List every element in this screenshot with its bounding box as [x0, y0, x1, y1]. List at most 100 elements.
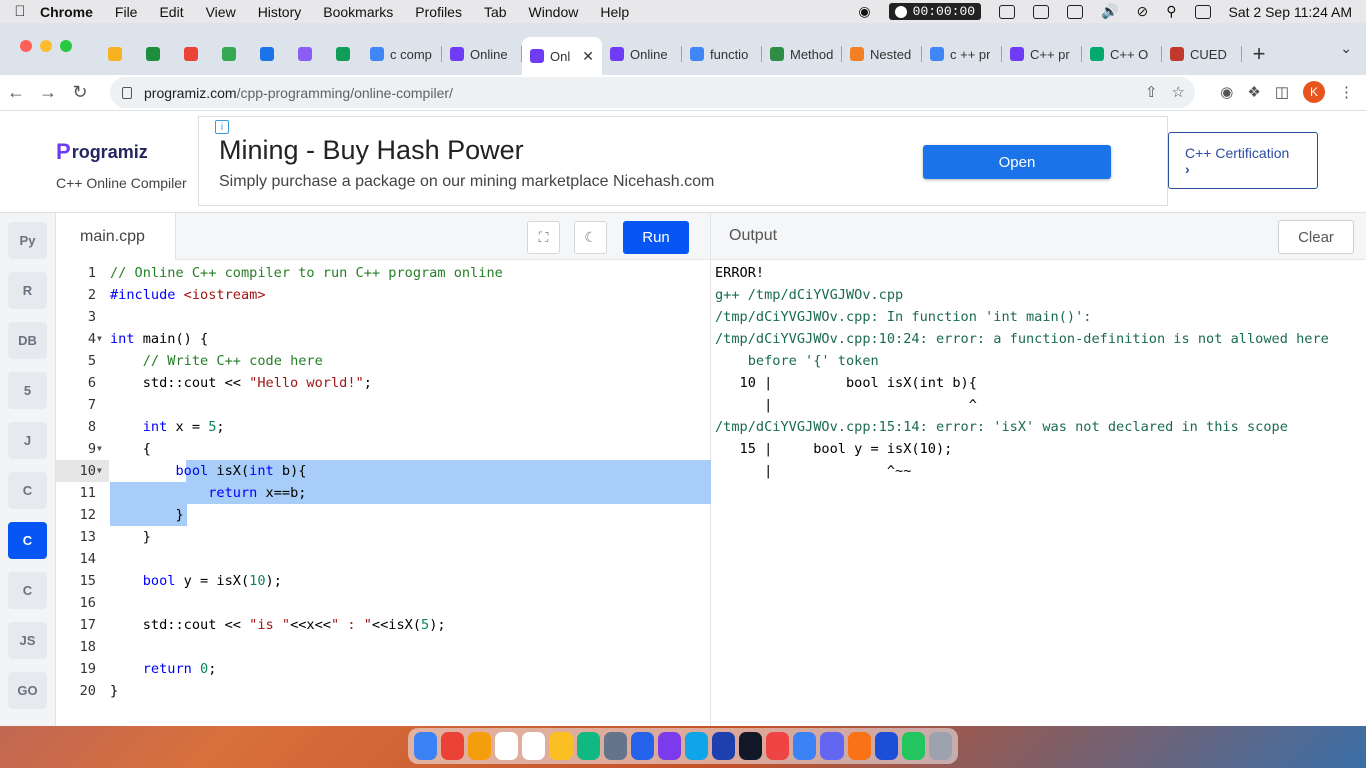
code-line[interactable]: 1 // Online C++ compiler to run C++ progr…: [56, 262, 711, 284]
java-icon[interactable]: J: [8, 422, 47, 459]
clear-button[interactable]: Clear: [1278, 220, 1354, 254]
menu-app-name[interactable]: Chrome: [40, 4, 93, 20]
extensions-puzzle-icon[interactable]: ❖: [1247, 83, 1260, 101]
html-icon[interactable]: 5: [8, 372, 47, 409]
tab-close-icon[interactable]: ✕: [582, 48, 594, 65]
reload-button[interactable]: ↻: [64, 82, 96, 103]
code-line[interactable]: 3: [56, 306, 711, 328]
back-button[interactable]: ←: [0, 82, 32, 103]
js-icon[interactable]: JS: [8, 622, 47, 659]
code-line[interactable]: 10 ▼ bool isX(int b){: [56, 460, 711, 482]
spotlight-search-icon[interactable]: ⚲: [1166, 3, 1176, 20]
browser-tab[interactable]: c ++ pr: [922, 37, 1002, 71]
cpp-icon[interactable]: C: [8, 522, 47, 559]
code-line[interactable]: 13 }: [56, 526, 711, 548]
screen-timer[interactable]: 00:00:00: [888, 3, 982, 20]
ad-info-icon[interactable]: i: [215, 120, 229, 134]
dock-app-icon[interactable]: [928, 732, 952, 760]
code-line[interactable]: 16: [56, 592, 711, 614]
dock-app-icon[interactable]: [793, 732, 817, 760]
code-line[interactable]: 15 bool y = isX(10);: [56, 570, 711, 592]
code-editor[interactable]: 1 // Online C++ compiler to run C++ progr…: [56, 262, 711, 726]
code-line[interactable]: 7: [56, 394, 711, 416]
dock-app-icon[interactable]: [630, 732, 654, 760]
browser-tab[interactable]: Online: [442, 37, 522, 71]
code-line[interactable]: 17 std::cout << "is "<<x<<" : "<<isX(5);: [56, 614, 711, 636]
fullscreen-icon[interactable]: ⛶: [527, 221, 560, 254]
python-icon[interactable]: Py: [8, 222, 47, 259]
site-brand[interactable]: Programiz C++ Online Compiler: [56, 139, 187, 191]
r-icon[interactable]: R: [8, 272, 47, 309]
go-icon[interactable]: GO: [8, 672, 47, 709]
c-icon[interactable]: C: [8, 472, 47, 509]
browser-tab[interactable]: [134, 37, 172, 71]
dock-app-icon[interactable]: [576, 732, 600, 760]
camera-icon[interactable]: ◉: [1220, 83, 1233, 101]
browser-tab[interactable]: Online: [602, 37, 682, 71]
ad-title[interactable]: Mining - Buy Hash Power: [219, 135, 524, 166]
file-tab-main-cpp[interactable]: main.cpp: [56, 213, 176, 260]
browser-tab[interactable]: c comp: [362, 37, 442, 71]
browser-tab[interactable]: [248, 37, 286, 71]
sql-icon[interactable]: DB: [8, 322, 47, 359]
menu-tab[interactable]: Tab: [484, 4, 507, 20]
code-line[interactable]: 2 #include <iostream>: [56, 284, 711, 306]
browser-tab[interactable]: [324, 37, 362, 71]
profile-avatar[interactable]: K: [1303, 81, 1325, 103]
bookmark-star-icon[interactable]: ☆: [1172, 83, 1185, 101]
ad-open-button[interactable]: Open: [923, 145, 1111, 179]
dock-app-icon[interactable]: [847, 732, 871, 760]
dock-app-icon[interactable]: [820, 732, 844, 760]
fold-chevron-icon[interactable]: ▼: [97, 438, 102, 460]
apple-menu-icon[interactable]: : [0, 3, 40, 20]
close-window-button[interactable]: [20, 40, 32, 52]
wifi-off-icon[interactable]: ⊘: [1137, 3, 1149, 20]
menu-edit[interactable]: Edit: [159, 4, 183, 20]
dock-app-icon[interactable]: [603, 732, 627, 760]
fold-chevron-icon[interactable]: ▼: [97, 328, 102, 350]
menu-file[interactable]: File: [115, 4, 138, 20]
browser-tab[interactable]: C++ O: [1082, 37, 1162, 71]
fold-chevron-icon[interactable]: ▼: [97, 460, 102, 482]
dock-app-icon[interactable]: [549, 732, 573, 760]
zoom-window-button[interactable]: [60, 40, 72, 52]
keyboard-icon[interactable]: [1067, 4, 1084, 19]
new-tab-button[interactable]: +: [1242, 37, 1276, 71]
output-console[interactable]: ERROR! g++ /tmp/dCiYVGJWOv.cpp/tmp/dCiYVG…: [715, 262, 1363, 482]
menu-help[interactable]: Help: [600, 4, 629, 20]
code-line[interactable]: 5 // Write C++ code here: [56, 350, 711, 372]
menu-history[interactable]: History: [258, 4, 302, 20]
code-line[interactable]: 6 std::cout << "Hello world!";: [56, 372, 711, 394]
menu-view[interactable]: View: [206, 4, 236, 20]
code-line[interactable]: 8 int x = 5;: [56, 416, 711, 438]
menu-datetime[interactable]: Sat 2 Sep 11:24 AM: [1229, 4, 1353, 20]
code-line[interactable]: 14: [56, 548, 711, 570]
programiz-logo[interactable]: Programiz: [56, 139, 187, 165]
browser-tab[interactable]: C++ pr: [1002, 37, 1082, 71]
display-icon[interactable]: [1033, 4, 1050, 19]
browser-tab[interactable]: Method: [762, 37, 842, 71]
browser-tab[interactable]: CUED: [1162, 37, 1242, 71]
menu-window[interactable]: Window: [529, 4, 579, 20]
minimize-window-button[interactable]: [40, 40, 52, 52]
dock-app-icon[interactable]: [414, 732, 438, 760]
browser-tab[interactable]: [96, 37, 134, 71]
chrome-menu-icon[interactable]: ⋮: [1339, 83, 1354, 101]
address-bar[interactable]: programiz.com/cpp-programming/online-com…: [110, 77, 1195, 108]
dark-mode-moon-icon[interactable]: ☾: [574, 221, 607, 254]
code-line[interactable]: 19 return 0;: [56, 658, 711, 680]
dock-app-icon[interactable]: [522, 732, 546, 760]
dock-app-icon[interactable]: [684, 732, 709, 760]
lock-icon[interactable]: [122, 86, 132, 99]
volume-icon[interactable]: 🔊: [1101, 3, 1118, 20]
cpp-certification-button[interactable]: C++ Certification ›: [1168, 132, 1318, 189]
dock-app-icon[interactable]: [766, 732, 790, 760]
dock-app-icon[interactable]: [874, 732, 898, 760]
dock-app-icon[interactable]: [657, 732, 681, 760]
run-button[interactable]: Run: [623, 221, 689, 254]
download-icon[interactable]: [999, 4, 1016, 19]
dock-app-icon[interactable]: [901, 732, 925, 760]
tab-active[interactable]: Onl ✕: [522, 37, 602, 75]
share-icon[interactable]: ⇧: [1145, 83, 1158, 101]
browser-tab[interactable]: [172, 37, 210, 71]
